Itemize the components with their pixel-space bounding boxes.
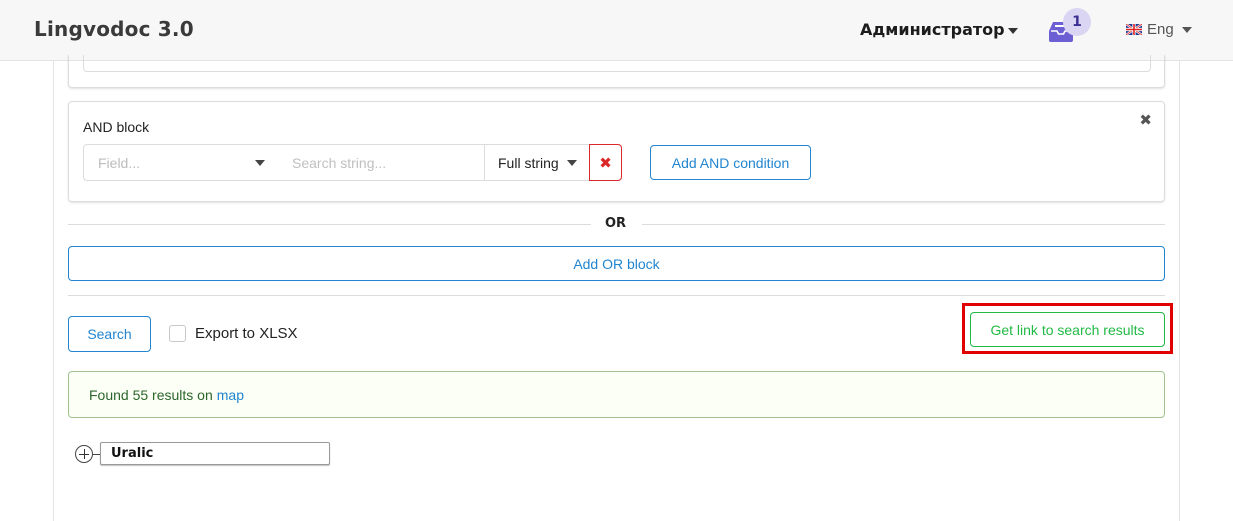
map-link[interactable]: map bbox=[217, 387, 244, 403]
tree-node-uralic[interactable]: Uralic bbox=[100, 442, 330, 465]
match-mode-select[interactable]: Full string bbox=[484, 144, 590, 181]
add-and-condition-button[interactable]: Add AND condition bbox=[650, 145, 811, 180]
app-brand[interactable]: Lingvodoc 3.0 bbox=[34, 17, 194, 41]
field-select[interactable]: Field... bbox=[83, 144, 280, 181]
section-divider bbox=[68, 295, 1165, 296]
or-divider: OR bbox=[68, 216, 1165, 234]
divider-line bbox=[68, 224, 591, 225]
caret-down-icon bbox=[255, 159, 265, 166]
close-icon[interactable]: ✖ bbox=[1139, 111, 1152, 129]
or-label: OR bbox=[605, 216, 627, 231]
match-mode-label: Full string bbox=[498, 154, 559, 171]
results-count-text: Found 55 results on bbox=[89, 386, 213, 403]
add-or-block-button[interactable]: Add OR block bbox=[68, 246, 1165, 281]
expand-plus-icon[interactable] bbox=[75, 445, 93, 463]
tasks-button[interactable]: 1 bbox=[1049, 8, 1099, 48]
remove-condition-button[interactable]: ✖ bbox=[589, 144, 622, 181]
export-xlsx-label: Export to XLSX bbox=[195, 325, 298, 342]
search-button[interactable]: Search bbox=[68, 316, 151, 352]
get-link-button[interactable]: Get link to search results bbox=[970, 312, 1165, 347]
search-string-input[interactable] bbox=[279, 144, 485, 181]
checkbox-box[interactable] bbox=[169, 325, 186, 342]
field-select-placeholder: Field... bbox=[98, 154, 141, 171]
caret-down-icon bbox=[1181, 26, 1192, 33]
uk-flag-icon bbox=[1126, 24, 1142, 35]
user-menu-dropdown[interactable]: Администратор bbox=[860, 20, 1018, 39]
tasks-count-badge: 1 bbox=[1063, 8, 1091, 36]
and-block: AND block ✖ Field... Full string ✖ Add A… bbox=[68, 101, 1165, 202]
language-dropdown[interactable]: Eng bbox=[1126, 21, 1192, 38]
previous-condition-row bbox=[83, 55, 1151, 72]
divider-line bbox=[642, 224, 1165, 225]
user-menu-label: Администратор bbox=[860, 20, 1005, 39]
top-navbar: Lingvodoc 3.0 Администратор 1 Eng bbox=[0, 0, 1233, 61]
previous-and-block bbox=[68, 55, 1165, 88]
caret-down-icon bbox=[566, 159, 577, 166]
export-xlsx-checkbox[interactable]: Export to XLSX bbox=[169, 325, 298, 342]
results-tree: Uralic bbox=[75, 442, 335, 466]
search-results-message: Found 55 results on map bbox=[68, 371, 1165, 418]
and-block-title: AND block bbox=[83, 119, 150, 135]
close-icon: ✖ bbox=[599, 153, 612, 172]
language-label: Eng bbox=[1147, 21, 1174, 38]
caret-down-icon bbox=[1007, 27, 1018, 34]
